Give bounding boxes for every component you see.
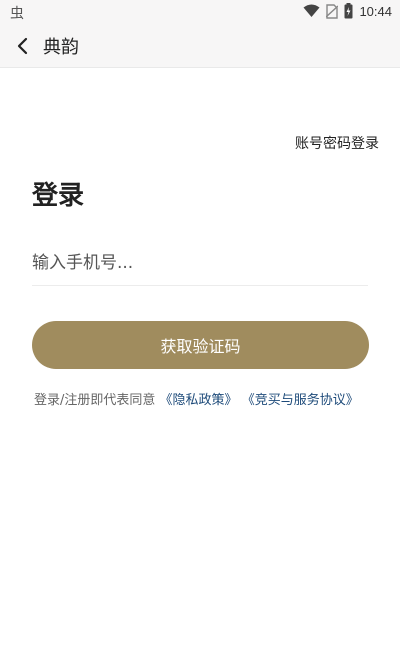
bug-icon: 虫 [10, 6, 24, 22]
privacy-policy-link[interactable]: 《隐私政策》 [160, 393, 238, 408]
nav-title: 典韵 [43, 37, 79, 58]
status-icons: 10:44 [303, 3, 392, 19]
phone-number-input[interactable] [32, 240, 368, 286]
get-verification-code-button[interactable]: 获取验证码 [32, 321, 369, 369]
service-agreement-link[interactable]: 《竞买与服务协议》 [242, 393, 359, 408]
page-title: 登录 [32, 181, 85, 211]
no-sim-icon [326, 3, 339, 19]
agreement-prefix: 登录/注册即代表同意 [34, 393, 156, 408]
chevron-left-icon [17, 37, 28, 55]
status-bar: 虫 10:44 [0, 0, 400, 24]
wifi-icon [303, 4, 320, 18]
agreement-text: 登录/注册即代表同意 《隐私政策》 《竞买与服务协议》 [34, 389, 359, 408]
status-time: 10:44 [359, 3, 392, 19]
battery-charging-icon [344, 3, 353, 19]
nav-bar: 典韵 [0, 24, 400, 68]
account-password-login-link[interactable]: 账号密码登录 [295, 133, 379, 153]
back-button[interactable] [10, 34, 34, 58]
